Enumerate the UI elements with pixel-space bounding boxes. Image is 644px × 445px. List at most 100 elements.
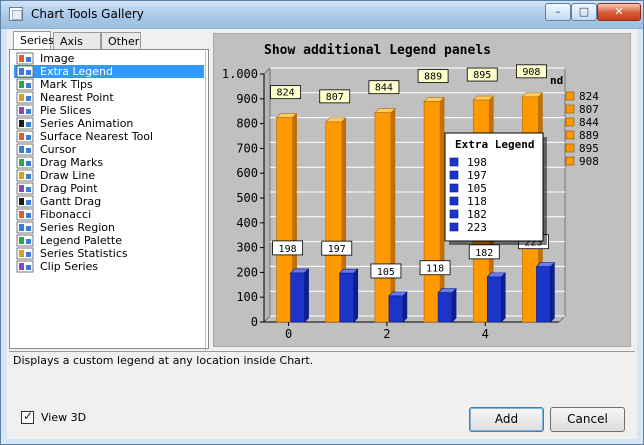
chart-preview: Show additional Legend panels 0 100 200 300… — [213, 33, 631, 347]
tool-list-item[interactable]: Image — [14, 52, 204, 65]
tool-list-item[interactable]: Cursor — [14, 143, 204, 156]
series-statistics-icon — [16, 247, 34, 260]
extra-legend-value: 223 — [467, 221, 487, 234]
x-tick-label: 4 — [482, 327, 489, 341]
blue-bar — [536, 266, 551, 323]
y-tick-label: 0 — [251, 315, 258, 329]
tool-list-item-label: Mark Tips — [40, 78, 93, 91]
tool-list-item[interactable]: Draw Line — [14, 169, 204, 182]
extra-legend-value: 118 — [467, 195, 487, 208]
minimize-button[interactable]: – — [545, 3, 571, 21]
tool-list-item-label: Surface Nearest Tool — [40, 130, 154, 143]
tool-list-item-label: Fibonacci — [40, 208, 92, 221]
tool-list-item[interactable]: Extra Legend — [14, 65, 204, 78]
main-legend-value: 889 — [579, 129, 599, 142]
main-legend-swatch — [565, 104, 575, 114]
main-legend-value: 844 — [579, 116, 599, 129]
y-tick-label: 700 — [236, 141, 258, 155]
blue-bar — [388, 295, 404, 323]
close-button[interactable]: ✕ — [597, 3, 641, 21]
footer-bar: View 3D Add Cancel — [9, 405, 635, 437]
extra-legend-value: 182 — [467, 208, 487, 221]
extra-legend-title: Extra Legend — [455, 138, 534, 151]
app-icon — [9, 7, 23, 21]
main-legend-swatch — [565, 156, 575, 166]
y-tick-label: 100 — [236, 290, 258, 304]
tool-list-item-label: Series Region — [40, 221, 115, 234]
tool-list-item-label: Series Animation — [40, 117, 134, 130]
extra-legend-value: 197 — [467, 169, 487, 182]
main-legend-value: 807 — [579, 103, 599, 116]
extra-legend-swatch — [449, 157, 459, 167]
blue-bar — [339, 272, 355, 323]
tool-list-item[interactable]: Mark Tips — [14, 78, 204, 91]
drag-marks-icon — [16, 156, 34, 169]
content-area: Series Axis Other Image Extra Legend Mark … — [7, 29, 637, 439]
extra-legend-icon — [16, 65, 34, 78]
tool-list-item-label: Draw Line — [40, 169, 96, 182]
tool-list-item-label: Nearest Point — [40, 91, 114, 104]
tool-list-item[interactable]: Series Region — [14, 221, 204, 234]
blue-bar-side — [550, 261, 555, 323]
title-bar[interactable]: Chart Tools Gallery – □ ✕ — [1, 1, 643, 29]
tool-list-item[interactable]: Series Animation — [14, 117, 204, 130]
tool-list[interactable]: Image Extra Legend Mark Tips Nearest Point P… — [14, 52, 206, 346]
tool-list-item[interactable]: Clip Series — [14, 260, 204, 273]
tool-list-item[interactable]: Fibonacci — [14, 208, 204, 221]
cancel-button[interactable]: Cancel — [550, 407, 625, 432]
tool-list-item[interactable]: Drag Marks — [14, 156, 204, 169]
tool-list-item[interactable]: Series Statistics — [14, 247, 204, 260]
extra-legend-swatch — [449, 222, 459, 232]
orange-bar-side — [390, 107, 396, 323]
orange-bar-data-label: 844 — [375, 83, 393, 94]
orange-bar-data-label: 889 — [424, 72, 442, 83]
tool-list-item-label: Series Statistics — [40, 247, 128, 260]
blue-bar-side — [353, 268, 359, 323]
tool-list-item-label: Legend Palette — [40, 234, 123, 247]
view3d-checkbox[interactable] — [21, 409, 34, 424]
gantt-drag-icon — [16, 195, 34, 208]
main-legend-value: 824 — [579, 90, 599, 103]
tool-list-item[interactable]: Nearest Point — [14, 91, 204, 104]
tab-series[interactable]: Series — [13, 31, 54, 51]
tool-list-item-label: Image — [40, 52, 75, 65]
draw-line-icon — [16, 169, 34, 182]
chart-floor — [263, 315, 566, 323]
maximize-button[interactable]: □ — [571, 3, 597, 21]
blue-bar-data-label: 198 — [279, 244, 297, 255]
window-title: Chart Tools Gallery — [31, 7, 144, 21]
chart-left-wall — [263, 67, 271, 323]
chart-title: Show additional Legend panels — [264, 43, 491, 58]
blue-bar-side — [500, 272, 506, 323]
clip-series-icon — [16, 260, 34, 273]
orange-bar-data-label: 807 — [326, 92, 344, 103]
image-icon — [16, 52, 34, 65]
extra-legend-swatch — [449, 170, 459, 180]
orange-bar — [374, 112, 392, 323]
tool-list-item[interactable]: Gantt Drag — [14, 195, 204, 208]
y-tick-label: 300 — [236, 241, 258, 255]
orange-bar — [325, 121, 343, 323]
tool-list-item[interactable]: Surface Nearest Tool — [14, 130, 204, 143]
tool-list-item[interactable]: Legend Palette — [14, 234, 204, 247]
series-animation-icon — [16, 117, 34, 130]
orange-bar — [423, 101, 441, 323]
main-legend-swatch — [565, 143, 575, 153]
extra-legend-swatch — [449, 183, 459, 193]
add-button[interactable]: Add — [469, 407, 544, 432]
blue-bar-side — [451, 288, 457, 323]
tool-list-item[interactable]: Pie Slices — [14, 104, 204, 117]
drag-point-icon — [16, 182, 34, 195]
status-text: Displays a custom legend at any location… — [13, 354, 314, 367]
fibonacci-icon — [16, 208, 34, 221]
legend-palette-icon — [16, 234, 34, 247]
main-legend-value: 908 — [579, 155, 599, 168]
tool-list-item[interactable]: Drag Point — [14, 182, 204, 195]
blue-bar — [290, 272, 305, 323]
extra-legend-swatch — [449, 196, 459, 206]
blue-bar — [437, 292, 453, 323]
x-tick-label: 0 — [285, 327, 292, 341]
nearest-point-icon — [16, 91, 34, 104]
blue-bar — [486, 276, 502, 323]
blue-bar-data-label: 197 — [328, 244, 346, 255]
